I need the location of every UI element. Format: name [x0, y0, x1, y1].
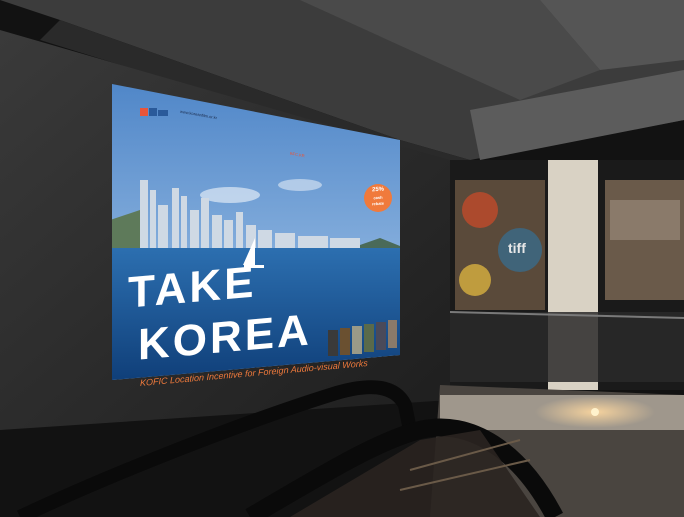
- photo-scene: www.koreanfilm.or.kr BFC.KR 25% cash reb…: [0, 0, 684, 517]
- tiff-sign: tiff: [508, 240, 526, 256]
- wall-poster-detail: [610, 200, 680, 240]
- glass-railing: [450, 312, 684, 382]
- lamp: [591, 408, 599, 416]
- logo-mark: [158, 110, 168, 116]
- banner-shape: [459, 264, 491, 296]
- logo-mark: [140, 108, 148, 116]
- badge-percent: 25%: [371, 186, 384, 194]
- banner-shape: [462, 192, 498, 228]
- logo-mark: [149, 108, 157, 116]
- cloud: [278, 179, 322, 191]
- scene-graphics: [0, 0, 684, 517]
- headline-take: TAKE: [128, 257, 257, 318]
